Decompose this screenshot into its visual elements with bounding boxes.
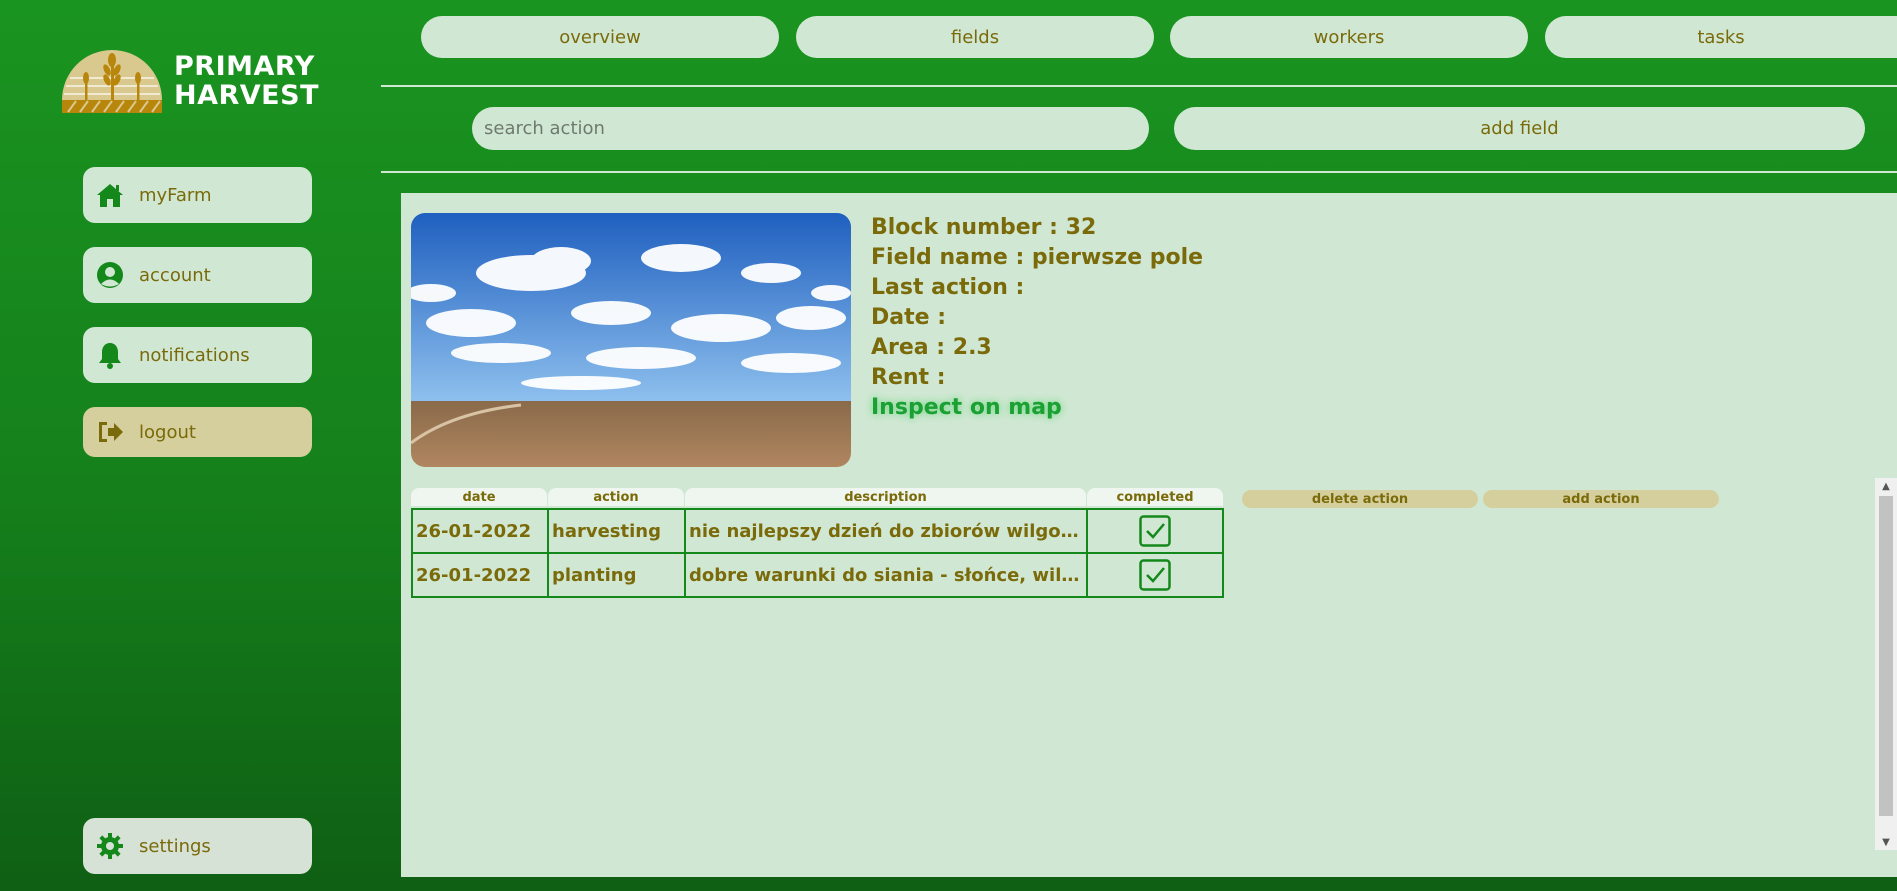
sign-out-icon [95,417,125,447]
column-header[interactable]: completed [1087,488,1223,506]
bell-icon [95,340,125,370]
action-cell: planting [547,552,686,598]
action-cell: harvesting [547,508,686,554]
home-icon [95,180,125,210]
divider [381,85,1897,87]
add-action-button[interactable]: add action [1483,490,1719,508]
field-details-panel: Block number : 32 Field name : pierwsze … [401,193,1897,877]
tab-workers[interactable]: workers [1170,16,1528,58]
brand-logo: PRIMARY HARVEST [60,48,330,118]
tab-fields[interactable]: fields [796,16,1154,58]
description-cell: dobre warunki do siania - słońce, wilgot… [684,552,1088,598]
sidebar-item-label: account [139,264,211,286]
field-info: Block number : 32 Field name : pierwsze … [871,213,1203,423]
rent: Rent : [871,365,946,390]
add-field-button[interactable]: add field [1174,107,1865,150]
last-action: Last action : [871,275,1025,300]
completed-cell [1086,508,1224,554]
sidebar-item-logout[interactable]: logout [83,407,312,457]
brand-line-2: HARVEST [174,80,319,111]
area: Area : 2.3 [871,335,992,360]
scroll-down-icon[interactable]: ▼ [1875,834,1897,850]
brand-line-1: PRIMARY [174,51,315,82]
block-number: Block number : 32 [871,215,1097,240]
inspect-on-map-link[interactable]: Inspect on map [871,393,1203,423]
sidebar-item-label: notifications [139,344,250,366]
scrollbar[interactable]: ▲ ▼ [1875,478,1897,850]
user-circle-icon [95,260,125,290]
scroll-up-icon[interactable]: ▲ [1875,478,1897,494]
checkbox-checked-icon[interactable] [1139,515,1171,547]
divider [381,171,1897,173]
sidebar-item-label: logout [139,421,196,443]
description-cell: nie najlepszy dzień do zbiorów wilgotno.… [684,508,1088,554]
gear-icon [95,831,125,861]
column-header[interactable]: date [411,488,547,506]
field-photo [411,213,851,467]
date: Date : [871,305,947,330]
column-header[interactable]: action [548,488,684,506]
sidebar-item-myfarm[interactable]: myFarm [83,167,312,223]
sidebar-item-settings[interactable]: settings [83,818,312,874]
column-header[interactable]: description [685,488,1086,506]
brand-name: PRIMARY HARVEST [174,52,319,110]
sidebar-item-label: settings [139,835,211,857]
sidebar-item-account[interactable]: account [83,247,312,303]
checkbox-checked-icon[interactable] [1139,559,1171,591]
search-input[interactable] [472,107,1149,150]
scrollbar-thumb[interactable] [1879,496,1893,816]
date-cell: 26-01-2022 [411,508,549,554]
wheat-sun-icon [62,50,162,113]
sidebar-item-label: myFarm [139,184,212,206]
field-name: Field name : pierwsze pole [871,245,1204,270]
completed-cell [1086,552,1224,598]
delete-action-button[interactable]: delete action [1242,490,1478,508]
tab-overview[interactable]: overview [421,16,779,58]
date-cell: 26-01-2022 [411,552,549,598]
tab-tasks[interactable]: tasks [1545,16,1897,58]
sidebar-item-notifications[interactable]: notifications [83,327,312,383]
